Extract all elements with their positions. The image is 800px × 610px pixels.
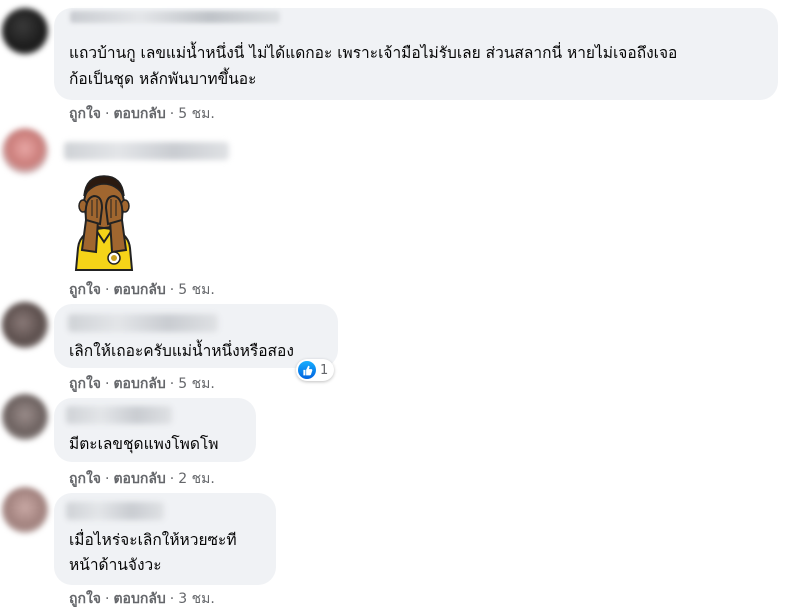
reply-link[interactable]: ตอบกลับ <box>113 591 165 607</box>
reply-link[interactable]: ตอบกลับ <box>113 376 165 392</box>
avatar[interactable] <box>2 302 48 348</box>
comment-text-line: ก้อเป็นชุด หลักพันบาทขึ้นอะ <box>69 70 257 88</box>
reaction-count: 1 <box>320 362 329 378</box>
hands-over-eyes-sticker[interactable] <box>68 168 140 272</box>
comment-timestamp[interactable]: 2 ชม. <box>178 471 215 487</box>
avatar[interactable] <box>2 487 48 533</box>
avatar[interactable] <box>2 394 48 440</box>
like-link[interactable]: ถูกใจ <box>69 376 101 392</box>
reply-link[interactable]: ตอบกลับ <box>113 471 165 487</box>
comment-text-line: หน้าด้านจังวะ <box>69 556 162 574</box>
reply-link[interactable]: ตอบกลับ <box>113 282 165 298</box>
commenter-name-blurred <box>70 11 280 23</box>
comment-actions: ถูกใจ · ตอบกลับ · 2 ชม. <box>69 471 215 487</box>
comment-actions: ถูกใจ · ตอบกลับ · 5 ชม. <box>69 106 215 122</box>
like-link[interactable]: ถูกใจ <box>69 471 101 487</box>
avatar[interactable] <box>2 128 48 174</box>
avatar[interactable] <box>2 8 48 54</box>
commenter-name-blurred <box>64 142 229 160</box>
comment-text-line: มีตะเลขชุดแพงโพดโพ <box>69 435 219 453</box>
commenter-name-blurred <box>66 502 164 520</box>
like-link[interactable]: ถูกใจ <box>69 282 101 298</box>
like-link[interactable]: ถูกใจ <box>69 591 101 607</box>
reaction-badge[interactable]: 1 <box>296 359 335 381</box>
like-link[interactable]: ถูกใจ <box>69 106 101 122</box>
comment-actions: ถูกใจ · ตอบกลับ · 3 ชม. <box>69 591 215 607</box>
commenter-name-blurred <box>66 406 172 424</box>
comment-text-line: แถวบ้านกู เลขแม่น้ำหนึ่งนี่ ไม่ได้แดกอะ … <box>69 44 678 62</box>
comment-timestamp[interactable]: 5 ชม. <box>178 282 215 298</box>
reply-link[interactable]: ตอบกลับ <box>113 106 165 122</box>
comment-timestamp[interactable]: 5 ชม. <box>178 376 215 392</box>
comment-timestamp[interactable]: 5 ชม. <box>178 106 215 122</box>
commenter-name-blurred <box>68 314 218 332</box>
like-thumb-icon <box>298 361 316 379</box>
comment-text-line: เมื่อไหร่จะเลิกให้หวยซะที <box>69 531 237 549</box>
comment-text-line: เลิกให้เถอะครับแม่น้ำหนึ่งหรือสอง <box>69 342 294 360</box>
comment-actions: ถูกใจ · ตอบกลับ · 5 ชม. <box>69 376 215 392</box>
comment-timestamp[interactable]: 3 ชม. <box>178 591 215 607</box>
comment-actions: ถูกใจ · ตอบกลับ · 5 ชม. <box>69 282 215 298</box>
